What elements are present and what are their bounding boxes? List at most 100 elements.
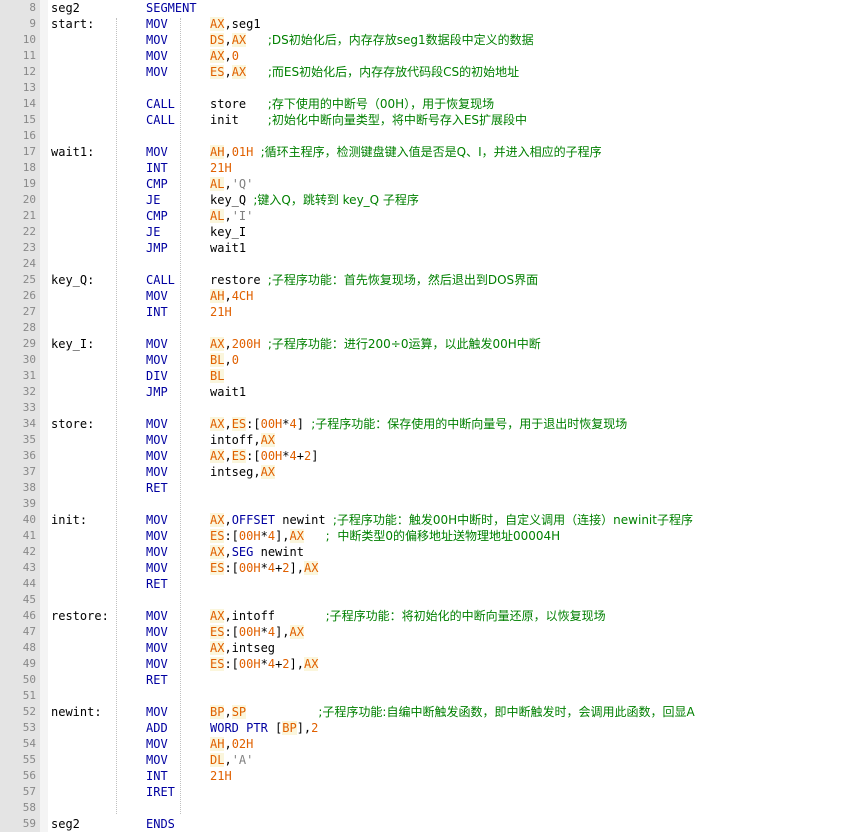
instruction: MOV	[146, 17, 168, 31]
line-number: 28	[22, 321, 36, 334]
register-token: AX	[210, 337, 225, 351]
code-line[interactable]: 28	[0, 320, 849, 336]
code-line[interactable]: 43 MOV ES:[00H*4+2],AX	[0, 560, 849, 576]
number-token: 21H	[210, 305, 232, 319]
code-line[interactable]: 15 CALL init ;初始化中断向量类型，将中断号存入ES扩展段中	[0, 112, 849, 128]
line-number: 52	[22, 705, 36, 718]
code-line[interactable]: 13	[0, 80, 849, 96]
code-line[interactable]: 50 RET	[0, 672, 849, 688]
operand-token: ,	[224, 289, 232, 303]
number-token: 00H	[238, 529, 261, 543]
code-line[interactable]: 20 JE key_Q ;键入Q，跳转到 key_Q 子程序	[0, 192, 849, 208]
code-line[interactable]: 10 MOV DS,AX ;DS初始化后，内存存放seg1数据段中定义的数据	[0, 32, 849, 48]
instruction: MOV	[146, 545, 168, 559]
code-line[interactable]: 29 key_I: MOV AX,200H ;子程序功能：进行200÷0运算，以此触发…	[0, 336, 849, 352]
number-token: 21H	[210, 769, 232, 783]
code-line[interactable]: 11 MOV AX,0	[0, 48, 849, 64]
register-token: AX	[303, 657, 319, 671]
string-token: 'I'	[231, 209, 254, 223]
line-number: 42	[22, 545, 36, 558]
register-token: AX	[210, 513, 225, 527]
code-line[interactable]: 46 restore: MOV AX,intoff ;子程序功能：将初始化的中断向量还…	[0, 608, 849, 624]
comment-token: ;子程序功能：进行200÷0运算，以此触发00H中断	[267, 337, 541, 351]
line-number: 58	[22, 801, 36, 814]
code-line[interactable]: 22 JE key_I	[0, 224, 849, 240]
code-line[interactable]: 24	[0, 256, 849, 272]
operands: AL,'I'	[210, 208, 253, 224]
code-line[interactable]: 32 JMP wait1	[0, 384, 849, 400]
register-token: AH	[210, 737, 225, 751]
code-line[interactable]: 12 MOV ES,AX ;而ES初始化后，内存存放代码段CS的初始地址	[0, 64, 849, 80]
code-line[interactable]: 59 seg2 ENDS	[0, 816, 849, 832]
code-line[interactable]: 25 key_Q: CALL restore ;子程序功能：首先恢复现场，然后退出到D…	[0, 272, 849, 288]
code-line[interactable]: 37 MOV intseg,AX	[0, 464, 849, 480]
comment-token: ; 中断类型0的偏移地址送物理地址00004H	[325, 529, 561, 543]
code-line[interactable]: 30 MOV BL,0	[0, 352, 849, 368]
code-line[interactable]: 58	[0, 800, 849, 816]
code-line[interactable]: 27 INT 21H	[0, 304, 849, 320]
keyword-token: OFFSET	[231, 513, 276, 527]
code-editor[interactable]: 8 seg2 SEGMENT 9 start: MOV AX,seg1 10 MOV DS,AX …	[0, 0, 849, 832]
register-token: ES	[210, 65, 225, 79]
instruction: RET	[146, 577, 168, 591]
operand-token: *	[260, 561, 268, 575]
code-line[interactable]: 16	[0, 128, 849, 144]
code-line[interactable]: 49 MOV ES:[00H*4+2],AX	[0, 656, 849, 672]
operand-token: ,intoff	[224, 609, 326, 623]
code-line[interactable]: 35 MOV intoff,AX	[0, 432, 849, 448]
operand-token: :[	[224, 529, 239, 543]
operands: AX,OFFSET newint ;子程序功能：触发00H中断时，自定义调用（连…	[210, 512, 693, 528]
operand-token: ,	[224, 449, 232, 463]
code-line[interactable]: 19 CMP AL,'Q'	[0, 176, 849, 192]
code-line[interactable]: 53 ADD WORD PTR [BP],2	[0, 720, 849, 736]
code-line[interactable]: 44 RET	[0, 576, 849, 592]
code-line[interactable]: 40 init: MOV AX,OFFSET newint ;子程序功能：触发00H中…	[0, 512, 849, 528]
operands: key_I	[210, 224, 246, 240]
code-line[interactable]: 17 wait1: MOV AH,01H ;循环主程序，检测键盘键入值是否是Q、I，并…	[0, 144, 849, 160]
operand-token: ,	[224, 417, 232, 431]
code-line[interactable]: 14 CALL store ;存下使用的中断号（00H），用于恢复现场	[0, 96, 849, 112]
code-line[interactable]: 8 seg2 SEGMENT	[0, 0, 849, 16]
code-line[interactable]: 31 DIV BL	[0, 368, 849, 384]
code-line[interactable]: 42 MOV AX,SEG newint	[0, 544, 849, 560]
operand-token: ,	[224, 337, 232, 351]
code-line[interactable]: 18 INT 21H	[0, 160, 849, 176]
line-number: 31	[22, 369, 36, 382]
code-label: seg2	[51, 1, 80, 15]
code-line[interactable]: 48 MOV AX,intseg	[0, 640, 849, 656]
number-token: 2	[311, 721, 319, 735]
code-line[interactable]: 39	[0, 496, 849, 512]
code-line[interactable]: 45	[0, 592, 849, 608]
code-lines[interactable]: 8 seg2 SEGMENT 9 start: MOV AX,seg1 10 MOV DS,AX …	[0, 0, 849, 832]
line-number: 33	[22, 401, 36, 414]
instruction: MOV	[146, 145, 168, 159]
instruction: MOV	[146, 465, 168, 479]
code-line[interactable]: 34 store: MOV AX,ES:[00H*4] ;子程序功能：保存使用的中断向…	[0, 416, 849, 432]
operands: 21H	[210, 160, 232, 176]
operand-token: key_Q	[210, 193, 254, 207]
code-line[interactable]: 41 MOV ES:[00H*4],AX ; 中断类型0的偏移地址送物理地址0000…	[0, 528, 849, 544]
number-token: 00H	[260, 417, 283, 431]
code-line[interactable]: 47 MOV ES:[00H*4],AX	[0, 624, 849, 640]
instruction: MOV	[146, 337, 168, 351]
code-line[interactable]: 38 RET	[0, 480, 849, 496]
operand-token: :[	[246, 449, 261, 463]
code-line[interactable]: 56 INT 21H	[0, 768, 849, 784]
instruction: MOV	[146, 753, 168, 767]
code-line[interactable]: 9 start: MOV AX,seg1	[0, 16, 849, 32]
code-line[interactable]: 21 CMP AL,'I'	[0, 208, 849, 224]
code-line[interactable]: 55 MOV DL,'A'	[0, 752, 849, 768]
code-line[interactable]: 54 MOV AH,02H	[0, 736, 849, 752]
code-line[interactable]: 52 newint: MOV BP,SP ;子程序功能:自编中断触发函数，即中断触发时…	[0, 704, 849, 720]
operand-token	[246, 33, 268, 47]
register-token: AX	[210, 449, 225, 463]
code-line[interactable]: 26 MOV AH,4CH	[0, 288, 849, 304]
code-line[interactable]: 51	[0, 688, 849, 704]
code-line[interactable]: 36 MOV AX,ES:[00H*4+2]	[0, 448, 849, 464]
code-line[interactable]: 57 IRET	[0, 784, 849, 800]
code-line[interactable]: 33	[0, 400, 849, 416]
line-number: 21	[22, 209, 36, 222]
code-line[interactable]: 23 JMP wait1	[0, 240, 849, 256]
register-token: AH	[210, 289, 225, 303]
line-number: 37	[22, 465, 36, 478]
